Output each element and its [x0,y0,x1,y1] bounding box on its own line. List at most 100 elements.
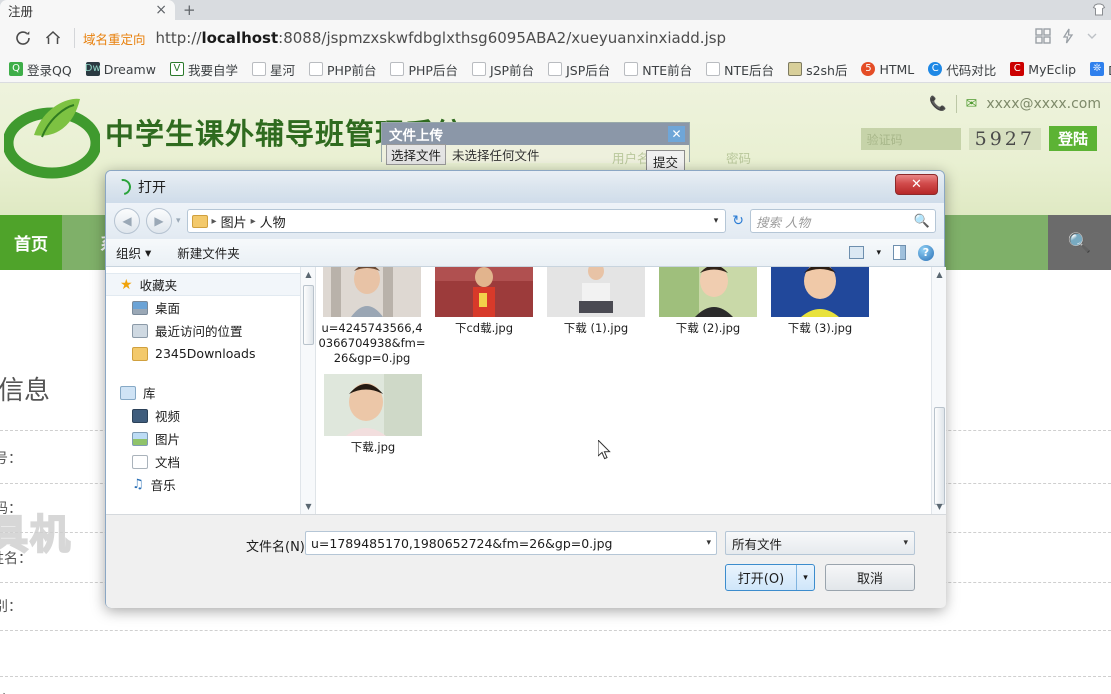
bookmark-item[interactable]: NTE前台 [617,57,699,81]
bookmark-item[interactable]: ❊ DW8篇 [1083,57,1111,81]
qr-code-icon[interactable] [1035,28,1051,48]
close-icon[interactable]: × [155,2,167,18]
sidebar-item-videos[interactable]: 视频 [106,404,315,427]
sidebar-item-libraries[interactable]: 库 [106,381,315,404]
sidebar-item-pictures[interactable]: 图片 [106,427,315,450]
tab-strip: 注册 × + [0,0,1111,20]
scrollbar-thumb[interactable] [934,407,945,505]
sidebar-item-desktop[interactable]: 桌面 [106,296,315,319]
chevron-down-icon[interactable]: ▾ [876,248,881,258]
form-label-account: 号： [0,451,22,467]
back-arrow-icon[interactable]: ◀ [114,208,140,234]
chevron-down-icon[interactable]: ▾ [714,216,722,226]
search-icon[interactable]: 🔍 [1048,215,1111,270]
bookmark-item[interactable]: C 代码对比 [921,57,1003,81]
home-icon[interactable] [38,23,68,53]
bookmark-item[interactable]: Dw Dreamw [79,57,163,81]
bookmark-item[interactable]: V 我要自学 [163,57,245,81]
bookmark-item[interactable]: s2sh后 [781,57,854,81]
breadcrumb-pictures[interactable]: 图片 [221,212,247,231]
close-icon[interactable]: ✕ [895,174,938,195]
sidebar-item-documents[interactable]: 文档 [106,450,315,473]
file-list-scrollbar[interactable]: ▲ ▼ [931,267,946,514]
folder-icon [132,346,148,361]
forward-arrow-icon[interactable]: ▶ [146,208,172,234]
scroll-up-icon[interactable]: ▲ [301,267,316,282]
file-item[interactable]: 下载 (1).jpg [540,267,652,370]
search-box[interactable]: 搜索 人物 🔍 [750,209,936,233]
file-type-value: 所有文件 [732,536,783,552]
bookmark-item[interactable]: JSP后台 [541,57,617,81]
skin-icon[interactable] [1091,2,1107,18]
help-icon[interactable]: ? [918,244,934,261]
nav-item-home[interactable]: 首页 [0,215,62,270]
file-item[interactable]: 下cd载.jpg [428,267,540,370]
captcha-input[interactable]: 验证码 [860,127,961,150]
browser-tab[interactable]: 注册 × [0,0,175,20]
bookmark-item[interactable]: PHP前台 [302,57,383,81]
close-icon[interactable]: ✕ [668,126,685,142]
bookmark-item[interactable]: Q 登录QQ [2,57,79,81]
navigation-sidebar[interactable]: ★ 收藏夹 桌面 最近访问的位置 2345Downloads 库 视频 图片 文… [106,267,316,514]
sidebar-item-music[interactable]: ♫ 音乐 [106,473,315,496]
file-thumbnail [323,267,421,317]
bookmarks-bar[interactable]: Q 登录QQ Dw Dreamw V 我要自学 星河 PHP前台 PHP后台 J… [0,56,1111,83]
bookmark-item[interactable]: JSP前台 [465,57,541,81]
chevron-down-icon[interactable] [1085,29,1099,47]
sidebar-item-recent-places[interactable]: 最近访问的位置 [106,319,315,342]
view-mode-icon[interactable] [849,246,865,259]
sidebar-item-2345downloads[interactable]: 2345Downloads [106,342,315,365]
scroll-down-icon[interactable]: ▼ [932,499,946,514]
bookmark-item[interactable]: 星河 [245,57,302,81]
bookmark-item[interactable]: NTE后台 [699,57,781,81]
page-icon [471,62,486,76]
bookmark-item[interactable]: 5 HTML [854,57,921,81]
history-caret-icon[interactable]: ▾ [176,216,181,226]
leaf-logo-icon [4,98,100,179]
bookmark-label: PHP前台 [326,62,377,78]
bookmark-item[interactable]: C MyEclip [1003,57,1083,81]
file-item[interactable]: 下载 (2).jpg [652,267,764,370]
refresh-icon[interactable]: ↻ [732,213,744,229]
green-site-icon: V [169,62,184,76]
address-bar[interactable]: ▸ 图片 ▸ 人物 ▾ [186,209,727,233]
reload-icon[interactable] [8,23,38,53]
open-file-dialog[interactable]: 打开 ✕ ◀ ▶ ▾ ▸ 图片 ▸ 人物 ▾ ↻ 搜索 人物 🔍 组织 ▾ 新建… [105,170,946,608]
file-type-select[interactable]: 所有文件 ▾ [725,531,915,555]
open-button[interactable]: 打开(O) ▾ [725,564,815,591]
dialog-footer: 文件名(N): u=1789485170,1980652724&fm=26&gp… [106,514,946,608]
new-tab-button[interactable]: + [183,1,196,19]
breadcrumb-people[interactable]: 人物 [260,212,286,231]
filename-input[interactable]: u=1789485170,1980652724&fm=26&gp=0.jpg ▾ [305,531,717,555]
scrollbar-thumb[interactable] [303,285,314,345]
bookmark-label: 登录QQ [27,62,72,78]
sidebar-scrollbar[interactable]: ▲ ▼ [300,267,315,514]
file-item[interactable]: 下载 (3).jpg [764,267,876,370]
chevron-down-icon[interactable]: ▾ [796,565,814,590]
captcha-code[interactable]: 5927 [968,127,1041,150]
preview-pane-icon[interactable] [893,245,906,260]
bookmark-item[interactable]: PHP后台 [383,57,464,81]
dw-icon: ❊ [1090,62,1105,76]
cancel-button[interactable]: 取消 [825,564,915,591]
address-bar-url[interactable]: http://localhost:8088/jspmzxskwfdbglxths… [156,29,727,47]
file-item[interactable]: 下载.jpg [316,370,430,459]
tabstrip-right [1091,0,1107,20]
lightning-icon[interactable] [1061,28,1075,48]
file-list[interactable]: u=4245743566,40366704938&fm=26&gp=0.jpg [316,267,946,514]
login-button[interactable]: 登陆 [1048,126,1097,151]
dialog-main: ★ 收藏夹 桌面 最近访问的位置 2345Downloads 库 视频 图片 文… [106,267,946,514]
sidebar-item-label: 音乐 [150,478,176,493]
form-label-password: 码： [0,501,22,517]
scroll-up-icon[interactable]: ▲ [932,267,946,282]
file-item[interactable]: u=4245743566,40366704938&fm=26&gp=0.jpg [316,267,428,370]
organize-button[interactable]: 组织 ▾ [116,243,151,262]
chevron-down-icon[interactable]: ▾ [706,538,711,548]
new-folder-button[interactable]: 新建文件夹 [177,243,240,262]
login-row[interactable]: 验证码 5927 登陆 [860,126,1097,151]
chevron-down-icon[interactable]: ▾ [903,538,908,548]
breadcrumb-separator: ▸ [250,215,256,227]
sidebar-item-favorites[interactable]: ★ 收藏夹 [106,273,315,296]
choose-file-button[interactable]: 选择文件 [386,143,447,165]
scroll-down-icon[interactable]: ▼ [301,499,316,514]
